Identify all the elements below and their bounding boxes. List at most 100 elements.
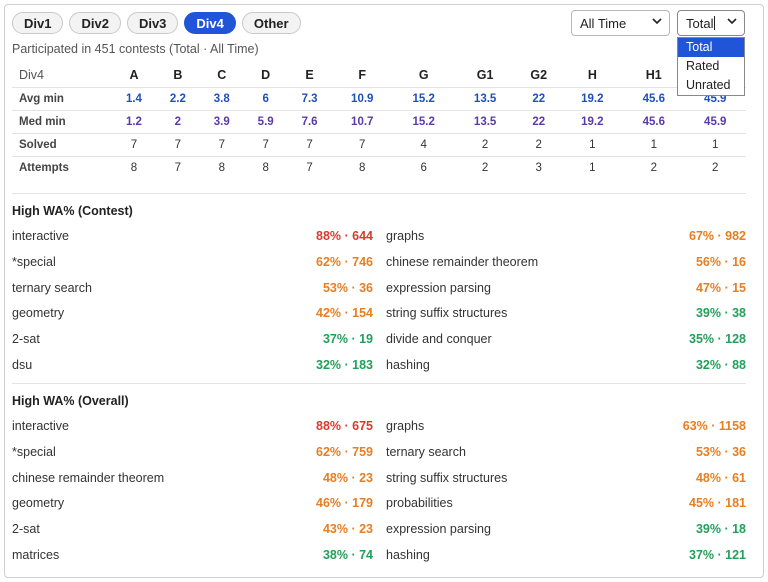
tab-div1[interactable]: Div1 (12, 12, 64, 34)
wa-row: ternary search 53% · 36 (12, 278, 373, 298)
wa-row: string suffix structures 48% · 61 (386, 468, 746, 488)
tab-other[interactable]: Other (241, 12, 301, 34)
tag-label: divide and conquer (386, 332, 492, 347)
wa-row: *special 62% · 759 (12, 442, 373, 462)
chevron-down-icon (727, 18, 737, 25)
tab-div2[interactable]: Div2 (69, 12, 121, 34)
tag-label: graphs (386, 229, 425, 243)
tag-label: probabilities (386, 496, 453, 511)
table-cell: 45.9 (684, 109, 746, 133)
wa-value: 62% · 746 (316, 254, 373, 269)
table-cell: 7 (287, 155, 332, 179)
wa-value: 56% · 16 (695, 254, 746, 269)
wa-value: 45% · 181 (689, 496, 746, 511)
text-caret (714, 16, 716, 30)
option-unrated[interactable]: Unrated (678, 76, 744, 95)
wa-value: 35% · 128 (689, 332, 746, 347)
wa-row: graphs 63% · 1158 (386, 416, 746, 436)
section-divider (12, 383, 746, 384)
wa-value: 38% · 74 (322, 548, 373, 562)
table-cell: 13.5 (454, 109, 516, 133)
table-cell: 19.2 (561, 109, 624, 133)
table-cell: 7 (287, 132, 332, 156)
table-cell: 2 (155, 109, 200, 133)
tag-label: *special (12, 254, 56, 269)
wa-row: expression parsing 39% · 18 (386, 519, 746, 539)
table-cell: 7 (155, 132, 200, 156)
wa-row: *special 62% · 746 (12, 252, 373, 272)
row-label: Solved (12, 132, 112, 156)
contest-type-value: Total (686, 15, 714, 31)
column-header: B (173, 68, 183, 83)
table-cell: 3 (515, 155, 562, 179)
table-row: Avg min 1.4 2.2 3.8 6 7.3 10.9 15.2 13.5 22 19.2 45… (12, 86, 746, 110)
wa-row: interactive 88% · 675 (12, 416, 373, 436)
row-label: Attempts (12, 155, 112, 179)
contest-type-select[interactable]: Total (677, 10, 745, 36)
table-cell: 8 (112, 155, 156, 179)
wa-row: dsu 32% · 183 (12, 355, 373, 375)
table-row: Attempts 8 7 8 8 7 8 6 2 3 1 2 2 (12, 155, 746, 179)
table-cell: 7 (199, 132, 244, 156)
wa-row: probabilities 45% · 181 (386, 493, 746, 513)
wa-value: 62% · 759 (316, 444, 373, 459)
tag-label: string suffix structures (386, 470, 508, 485)
table-cell: 8 (331, 155, 393, 179)
wa-value: 48% · 23 (322, 470, 373, 485)
table-cell: 4 (392, 132, 455, 156)
tag-label: 2-sat (12, 332, 40, 347)
wa-value: 39% · 18 (695, 522, 746, 537)
table-cell: 19.2 (561, 86, 624, 110)
table-cell: 45.6 (623, 109, 685, 133)
contest-type-dropdown: Total Rated Unrated (677, 37, 745, 96)
table-cell: 13.5 (454, 86, 516, 110)
tag-label: expression parsing (386, 522, 491, 537)
table-cell: 1 (623, 132, 685, 156)
tag-label: interactive (12, 419, 69, 433)
time-range-select[interactable]: All Time (571, 10, 670, 36)
table-cell: 1 (684, 132, 746, 156)
tag-label: interactive (12, 229, 69, 243)
tag-label: hashing (386, 358, 430, 372)
wa-value: 53% · 36 (322, 280, 373, 295)
wa-value: 32% · 183 (316, 358, 373, 372)
table-cell: 7 (112, 132, 156, 156)
section-divider (12, 193, 746, 194)
column-header: C (217, 68, 227, 83)
column-header: E (305, 68, 314, 83)
option-total[interactable]: Total (678, 38, 744, 57)
wa-row: divide and conquer 35% · 128 (386, 329, 746, 349)
table-cell: 2 (684, 155, 746, 179)
division-tabs: Div1 Div2 Div3 Div4 Other (12, 12, 301, 34)
tag-label: dsu (12, 358, 33, 372)
wa-value: 88% · 644 (316, 229, 373, 243)
table-cell: 7 (243, 132, 288, 156)
tag-label: geometry (12, 496, 65, 511)
wa-row: chinese remainder theorem 48% · 23 (12, 468, 373, 488)
wa-row: geometry 46% · 179 (12, 493, 373, 513)
column-header: G2 (530, 68, 548, 83)
table-cell: 15.2 (392, 86, 455, 110)
tab-div3[interactable]: Div3 (126, 12, 179, 34)
tag-label: ternary search (386, 444, 466, 459)
tab-div4[interactable]: Div4 (184, 12, 236, 34)
participation-summary: Participated in 451 contests (Total · Al… (12, 42, 259, 56)
wa-value: 43% · 23 (322, 522, 373, 537)
wa-row: 2-sat 43% · 23 (12, 519, 373, 539)
table-row: Med min 1.2 2 3.9 5.9 7.6 10.7 15.2 13.5 22 19.2 45… (12, 109, 746, 133)
table-cell: 10.7 (331, 109, 393, 133)
option-rated[interactable]: Rated (678, 57, 744, 76)
wa-value: 32% · 88 (695, 358, 746, 372)
wa-value: 42% · 154 (316, 306, 373, 321)
wa-value: 48% · 61 (695, 470, 746, 485)
wa-value: 63% · 1158 (682, 419, 746, 433)
wa-value: 39% · 38 (695, 306, 746, 321)
tag-label: ternary search (12, 280, 92, 295)
wa-row: hashing 37% · 121 (386, 545, 746, 565)
column-header: D (261, 68, 271, 83)
column-header: G (418, 68, 429, 83)
wa-row: matrices 38% · 74 (12, 545, 373, 565)
tag-label: graphs (386, 419, 425, 433)
table-cell: 3.8 (199, 86, 244, 110)
tag-label: matrices (12, 548, 60, 562)
